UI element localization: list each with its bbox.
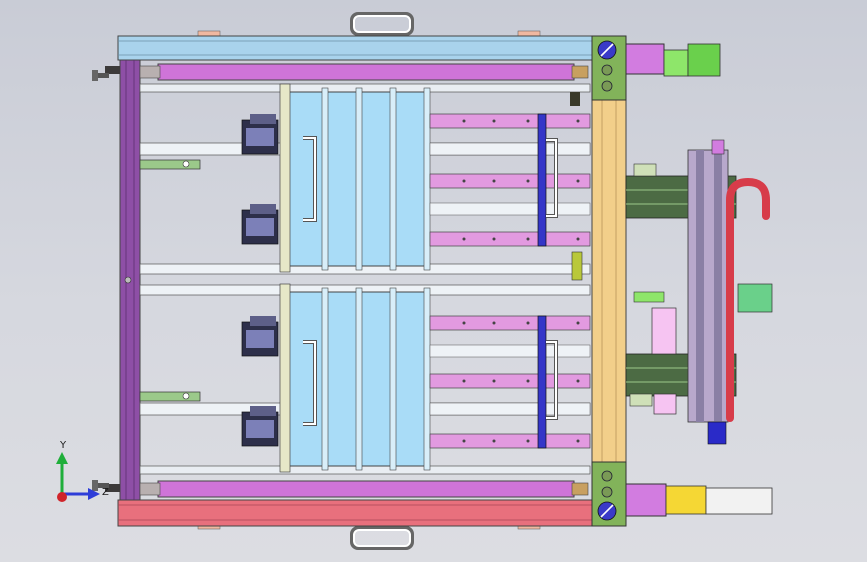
- glass-panel-upper[interactable]: [279, 83, 431, 273]
- tab: [197, 30, 221, 37]
- coordinate-triad: [56, 452, 100, 502]
- frame-top-rail[interactable]: [117, 35, 597, 61]
- column-cap-top: [591, 35, 627, 101]
- cylinder-bottom[interactable]: [139, 480, 589, 498]
- caster-wheel-2: [241, 204, 279, 245]
- triad-y-label: Y: [60, 440, 67, 451]
- motor-top[interactable]: [625, 43, 721, 77]
- frame-left-rail[interactable]: [119, 59, 141, 501]
- green-strip: [139, 391, 201, 402]
- caster-wheel-4: [241, 406, 279, 447]
- tab: [517, 30, 541, 37]
- cylinder-top[interactable]: [139, 63, 589, 81]
- caster-wheel-3: [241, 316, 279, 357]
- pink-rails-lower: [429, 315, 591, 449]
- pink-rails-upper: [429, 113, 591, 247]
- column-cap-bottom: [591, 461, 627, 527]
- rail-holes: [462, 119, 580, 443]
- frame-bottom-rail[interactable]: [117, 499, 597, 527]
- machine-drawing: [56, 12, 773, 550]
- right-column[interactable]: [591, 35, 627, 527]
- bottom-handle[interactable]: [350, 526, 414, 550]
- green-strip: [139, 159, 201, 170]
- triad-z-label: Z: [102, 487, 109, 498]
- leveling-foot-top: [92, 66, 120, 81]
- sensor: [570, 92, 580, 106]
- motor-bottom[interactable]: [625, 483, 773, 517]
- glass-panel-lower[interactable]: [279, 283, 431, 473]
- top-handle[interactable]: [350, 12, 414, 36]
- cad-viewport[interactable]: Y Z: [0, 0, 867, 562]
- sensor: [571, 251, 583, 281]
- caster-wheel-1: [241, 114, 279, 155]
